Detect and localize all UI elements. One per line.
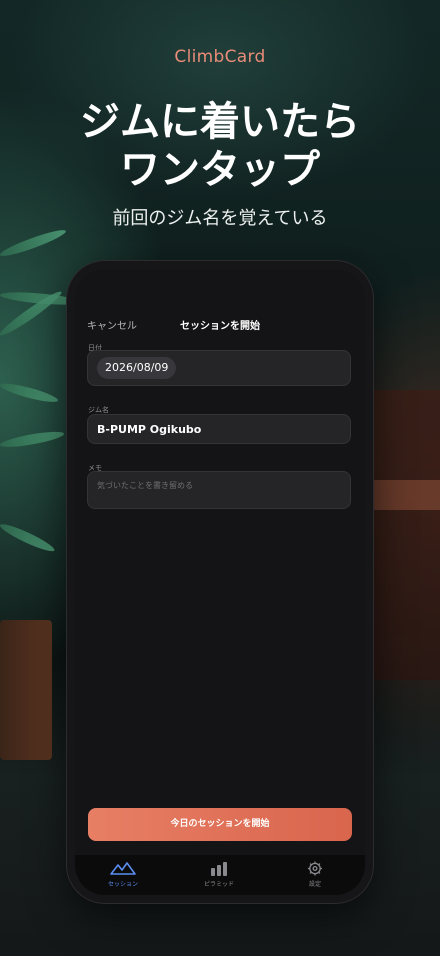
mountain-icon [110, 862, 136, 875]
headline-line-1: ジムに着いたら [80, 99, 360, 145]
headline-line-2: ワンタップ [120, 147, 320, 193]
leaf-decoration [0, 226, 68, 260]
phone-mockup: キャンセル セッションを開始 日付 2026/08/09 ジム名 B-PUMP … [67, 261, 373, 903]
tab-settings[interactable]: 設定 [275, 861, 355, 888]
page-title: セッションを開始 [180, 321, 260, 332]
nav-bar: キャンセル セッションを開始 [75, 313, 365, 335]
promo-subtitle: 前回のジム名を覚えている [112, 208, 328, 229]
promo-headline: ジムに着いたら ワンタップ [0, 98, 440, 194]
tab-pyramid[interactable]: ピラミッド [179, 861, 259, 888]
tab-label: セッション [107, 881, 138, 888]
memo-placeholder: 気づいたことを書き留める [97, 481, 193, 490]
tab-label: ピラミッド [203, 881, 234, 888]
leaf-decoration [0, 428, 65, 450]
gear-icon [307, 861, 323, 876]
tab-label: 設定 [308, 881, 321, 888]
memo-input[interactable]: 気づいたことを書き留める [87, 471, 351, 509]
gym-name-value: B-PUMP Ogikubo [97, 423, 202, 436]
date-picker-chip[interactable]: 2026/08/09 [97, 357, 177, 379]
tab-session[interactable]: セッション [83, 861, 163, 888]
gym-name-input[interactable]: B-PUMP Ogikubo [87, 414, 351, 444]
app-name: ClimbCard [174, 47, 266, 67]
leaf-decoration [0, 520, 57, 555]
start-session-button[interactable]: 今日のセッションを開始 [88, 808, 352, 841]
app-screen: キャンセル セッションを開始 日付 2026/08/09 ジム名 B-PUMP … [75, 269, 365, 895]
leaf-decoration [0, 380, 60, 406]
background-shelf [370, 390, 440, 680]
bar-chart-icon [211, 862, 227, 876]
tab-bar: セッション ピラミッド 設定 [75, 855, 365, 895]
plant-pot-decoration [0, 620, 52, 760]
date-field[interactable]: 2026/08/09 [87, 350, 351, 386]
